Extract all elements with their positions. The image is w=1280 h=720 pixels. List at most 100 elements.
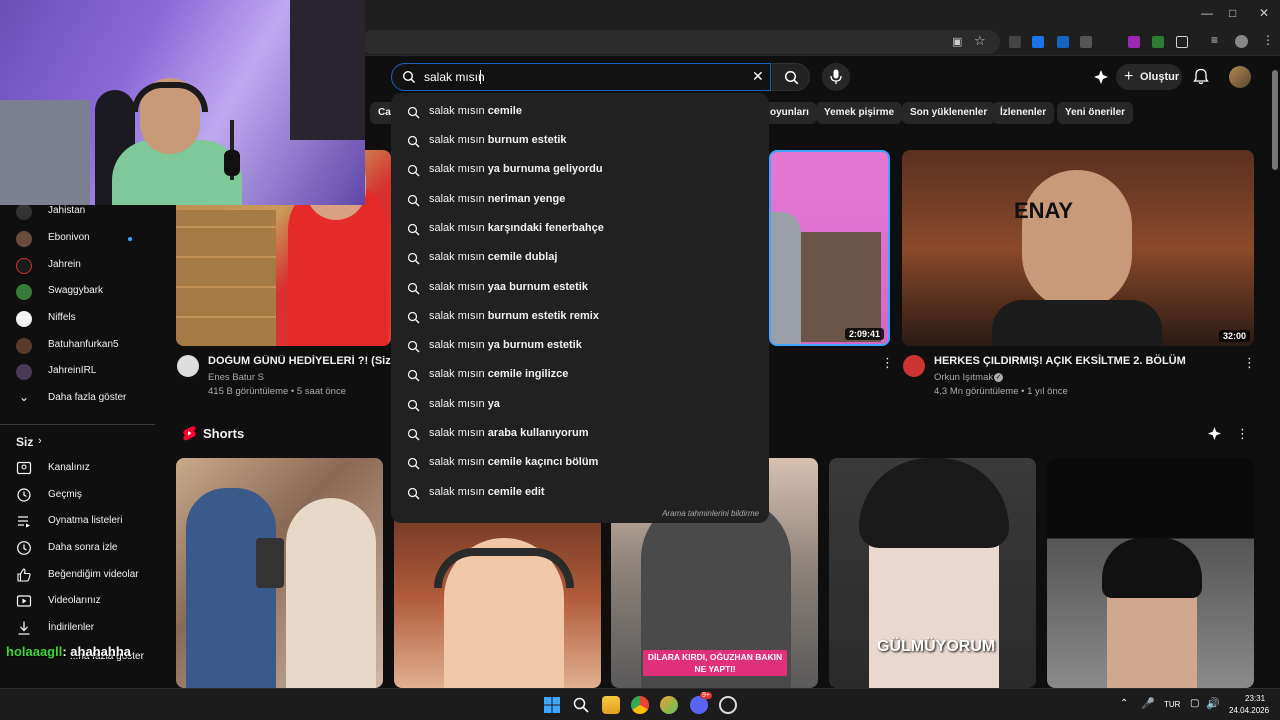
search-suggestion[interactable]: salak mısın cemile dublaj	[391, 244, 769, 273]
media-control-icon[interactable]: ≡	[1211, 33, 1218, 47]
input-language[interactable]: TUR	[1164, 700, 1180, 709]
you-section-title: Siz	[16, 435, 34, 449]
search-suggestion[interactable]: salak mısın cemile ingilizce	[391, 361, 769, 390]
video-thumbnail[interactable]: 2:09:41	[769, 150, 890, 346]
sidebar-item-subscription[interactable]: Batuhanfurkan5	[16, 336, 156, 356]
clock-date[interactable]: 24.04.2026	[1229, 706, 1269, 715]
file-explorer-icon[interactable]	[602, 696, 620, 714]
suggestion-text: salak mısın burnum estetik	[429, 134, 567, 146]
account-avatar[interactable]	[1229, 66, 1251, 88]
video-title[interactable]: HERKES ÇILDIRMIŞ! AÇIK EKSİLTME 2. BÖLÜM	[934, 355, 1186, 367]
chevron-right-icon: ›	[38, 435, 42, 447]
short-card[interactable]: GÜLMÜYORUM	[829, 458, 1036, 688]
sidebar-item-downloads[interactable]: İndirilenler	[16, 619, 156, 639]
search-button[interactable]	[772, 63, 810, 91]
suggestion-text: salak mısın ya	[429, 398, 500, 410]
sidebar-you-header[interactable]: Siz ›	[16, 433, 156, 453]
thumbs-up-icon	[17, 568, 31, 582]
search-icon	[784, 70, 799, 85]
bookmark-star-icon[interactable]: ☆	[974, 33, 986, 49]
chip[interactable]: Yeni öneriler	[1057, 102, 1134, 124]
clear-search-icon[interactable]: ✕	[752, 68, 764, 85]
translate-extension-icon[interactable]	[1032, 36, 1044, 48]
chip[interactable]: Yemek pişirme	[816, 102, 903, 124]
search-suggestion[interactable]: salak mısın karşındaki fenerbahçe	[391, 215, 769, 244]
video-thumbnail[interactable]: ENAY 32:00	[902, 150, 1254, 346]
page-scrollbar[interactable]	[1272, 70, 1278, 170]
sidebar-item-watch-later[interactable]: Daha sonra izle	[16, 539, 156, 559]
sidebar-item-subscription[interactable]: Jahistan	[16, 202, 156, 222]
chip[interactable]: oyunları	[762, 102, 817, 124]
network-icon[interactable]: ▢	[1190, 698, 1199, 709]
search-suggestion[interactable]: salak mısın cemile kaçıncı bölüm	[391, 449, 769, 478]
search-input[interactable]: salak mısın ✕	[391, 63, 771, 91]
video-channel[interactable]: Enes Batur S	[208, 372, 264, 383]
sidebar-show-more[interactable]: ⌄ Daha fazla göster	[16, 389, 156, 409]
search-suggestion[interactable]: salak mısın yaa burnum estetik	[391, 274, 769, 303]
extensions-puzzle-icon[interactable]	[1176, 36, 1188, 48]
sidebar-item-your-videos[interactable]: Videolarınız	[16, 592, 156, 612]
sidebar-item-channel[interactable]: Kanalınız	[16, 459, 156, 479]
search-suggestion[interactable]: salak mısın cemile edit	[391, 479, 769, 508]
tray-chevron-icon[interactable]: ⌃	[1120, 698, 1128, 709]
sidebar-item-subscription[interactable]: Jahrein	[16, 256, 156, 276]
sidebar-item-liked-videos[interactable]: Beğendiğim videolar	[16, 566, 156, 586]
address-bar[interactable]	[360, 30, 1000, 54]
channel-avatar[interactable]	[177, 355, 199, 377]
volume-icon[interactable]: 🔊	[1206, 697, 1220, 710]
channel-avatar[interactable]	[903, 355, 925, 377]
hls-extension-icon[interactable]	[1104, 36, 1116, 48]
chat-username: holaaagll	[6, 644, 63, 659]
sidebar-item-history[interactable]: Geçmiş	[16, 486, 156, 506]
sidebar-item-label: Kanalınız	[48, 462, 90, 473]
more-options-icon[interactable]: ⋮	[881, 355, 894, 371]
sidebar-item-subscription[interactable]: Swaggybark	[16, 282, 156, 302]
taskbar-search-icon[interactable]	[573, 697, 589, 713]
extension-icon[interactable]	[1009, 36, 1021, 48]
short-card[interactable]	[176, 458, 383, 688]
extension-icon[interactable]	[1128, 36, 1140, 48]
video-channel[interactable]: Orkun Işıtmak	[934, 372, 993, 383]
close-window-icon[interactable]: ✕	[1259, 6, 1269, 20]
sidebar-item-playlists[interactable]: Oynatma listeleri	[16, 512, 156, 532]
chip[interactable]: Son yüklenenler	[902, 102, 996, 124]
maximize-icon[interactable]: □	[1229, 6, 1236, 20]
windows-start-icon[interactable]	[544, 697, 560, 713]
search-suggestion[interactable]: salak mısın ya	[391, 391, 769, 420]
chip[interactable]: İzlenenler	[992, 102, 1055, 124]
clock-time[interactable]: 23:31	[1245, 694, 1265, 703]
search-suggestion[interactable]: salak mısın neriman yenge	[391, 186, 769, 215]
search-suggestion[interactable]: salak mısın araba kullanıyorum	[391, 420, 769, 449]
more-options-icon[interactable]: ⋮	[1236, 426, 1249, 442]
extension-icon[interactable]	[1080, 36, 1092, 48]
app-icon[interactable]	[719, 696, 737, 714]
create-button[interactable]: + Oluştur	[1116, 64, 1182, 90]
sidebar-item-subscription[interactable]: Niffels	[16, 309, 156, 329]
short-card[interactable]	[1047, 458, 1254, 688]
search-suggestions-dropdown: salak mısın cemile salak mısın burnum es…	[391, 93, 769, 523]
search-suggestion[interactable]: salak mısın cemile	[391, 98, 769, 127]
search-icon	[407, 282, 420, 295]
sidebar-item-subscription[interactable]: Ebonivon	[16, 229, 156, 249]
tray-mic-icon[interactable]: 🎤	[1141, 697, 1155, 710]
minimize-icon[interactable]: —	[1201, 6, 1213, 20]
search-suggestion[interactable]: salak mısın burnum estetik	[391, 127, 769, 156]
extension-icon[interactable]	[1152, 36, 1164, 48]
profile-avatar[interactable]	[1235, 35, 1248, 48]
extension-icon[interactable]	[1057, 36, 1069, 48]
search-suggestion[interactable]: salak mısın ya burnuma geliyordu	[391, 156, 769, 185]
video-title[interactable]: DOĞUM GÜNÜ HEDİYELERİ ?! (Sizden G	[208, 355, 391, 367]
sparkle-icon[interactable]	[1093, 69, 1109, 85]
browser-menu-icon[interactable]: ⋮	[1262, 33, 1274, 47]
cast-icon[interactable]: ▣	[952, 35, 962, 48]
search-suggestion[interactable]: salak mısın burnum estetik remix	[391, 303, 769, 332]
sidebar-item-subscription[interactable]: JahreinIRL	[16, 362, 156, 382]
report-predictions-link[interactable]: Arama tahminlerini bildirme	[662, 509, 759, 518]
notifications-bell-icon[interactable]	[1193, 68, 1209, 85]
chrome-icon[interactable]	[631, 696, 649, 714]
voice-search-button[interactable]	[822, 63, 850, 91]
sparkle-icon[interactable]	[1207, 426, 1222, 441]
app-icon[interactable]	[660, 696, 678, 714]
search-suggestion[interactable]: salak mısın ya burnum estetik	[391, 332, 769, 361]
more-options-icon[interactable]: ⋮	[1243, 355, 1256, 371]
